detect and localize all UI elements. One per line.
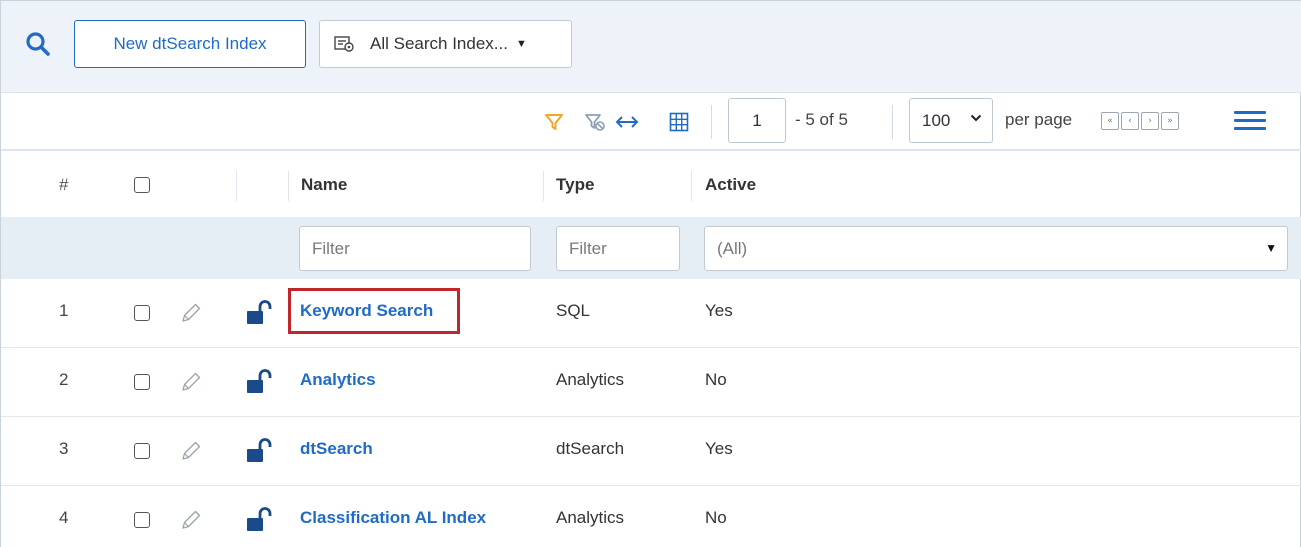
unlock-icon[interactable] xyxy=(245,298,273,326)
row-number: 1 xyxy=(59,301,69,320)
first-page-button[interactable]: « xyxy=(1101,112,1119,130)
last-page-button[interactable]: » xyxy=(1161,112,1179,130)
index-type: dtSearch xyxy=(556,439,625,458)
index-active: No xyxy=(705,508,727,527)
row-checkbox[interactable] xyxy=(134,374,150,390)
index-name-link[interactable]: dtSearch xyxy=(300,439,373,459)
index-active: Yes xyxy=(705,301,733,320)
divider xyxy=(288,171,289,201)
page-number-input[interactable]: 1 xyxy=(728,98,786,143)
divider xyxy=(892,105,893,139)
index-type: Analytics xyxy=(556,370,625,389)
column-header-number: # xyxy=(59,175,69,194)
index-name-link[interactable]: Classification AL Index xyxy=(300,508,486,528)
row-number: 2 xyxy=(59,370,69,389)
select-all-checkbox[interactable] xyxy=(134,177,150,193)
page-navigation: « ‹ › » xyxy=(1101,112,1179,130)
view-selector-dropdown[interactable]: All Search Index... ▼ xyxy=(319,20,572,68)
caret-down-icon: ▼ xyxy=(1265,241,1277,255)
index-type: SQL xyxy=(556,301,591,320)
index-active: No xyxy=(705,370,727,389)
active-filter-value: (All) xyxy=(717,238,748,258)
divider xyxy=(711,105,712,139)
per-page-label: per page xyxy=(1005,110,1073,129)
clear-filter-icon[interactable] xyxy=(583,111,607,133)
unlock-icon[interactable] xyxy=(245,367,273,395)
hamburger-menu-icon[interactable] xyxy=(1234,111,1266,133)
pager-toolbar: 1 - 5 of 5 100 per page « ‹ › » xyxy=(1,93,1301,151)
index-type: Analytics xyxy=(556,508,625,527)
row-number: 3 xyxy=(59,439,69,458)
index-name-link[interactable]: Analytics xyxy=(300,370,376,390)
table-row: 1 Keyword Search SQL Yes xyxy=(1,279,1301,348)
search-icon[interactable] xyxy=(25,31,51,57)
top-toolbar: New dtSearch Index All Search Index... ▼ xyxy=(1,1,1301,93)
per-page-select[interactable]: 100 xyxy=(909,98,993,143)
divider xyxy=(543,171,544,201)
per-page-value: 100 xyxy=(922,110,951,130)
divider xyxy=(236,171,237,201)
chevron-down-icon xyxy=(970,111,982,126)
column-header-type[interactable]: Type xyxy=(556,175,594,195)
filter-row: (All) ▼ xyxy=(1,217,1301,279)
active-filter-select[interactable]: (All) ▼ xyxy=(704,226,1288,271)
resize-columns-icon[interactable] xyxy=(615,111,639,133)
column-header-active[interactable]: Active xyxy=(705,175,756,195)
table-row: 3 dtSearch dtSearch Yes xyxy=(1,417,1301,486)
page-count-text: - 5 of 5 xyxy=(795,110,848,129)
row-checkbox[interactable] xyxy=(134,305,150,321)
table-row: 2 Analytics Analytics No xyxy=(1,348,1301,417)
grid-columns-icon[interactable] xyxy=(667,111,691,133)
type-filter-input[interactable] xyxy=(556,226,680,271)
table-header: # Name Type Active xyxy=(1,153,1301,217)
index-name-link[interactable]: Keyword Search xyxy=(300,301,433,321)
column-header-name[interactable]: Name xyxy=(301,175,347,195)
new-dtsearch-index-button[interactable]: New dtSearch Index xyxy=(74,20,306,68)
search-indexes-panel: New dtSearch Index All Search Index... ▼ xyxy=(0,0,1301,547)
pencil-edit-icon[interactable] xyxy=(179,439,203,463)
row-checkbox[interactable] xyxy=(134,512,150,528)
name-filter-input[interactable] xyxy=(299,226,531,271)
view-list-icon xyxy=(334,35,358,53)
row-number: 4 xyxy=(59,508,69,527)
pencil-edit-icon[interactable] xyxy=(179,301,203,325)
filter-icon[interactable] xyxy=(542,111,566,133)
view-selector-label: All Search Index... xyxy=(370,34,508,53)
pencil-edit-icon[interactable] xyxy=(179,370,203,394)
unlock-icon[interactable] xyxy=(245,436,273,464)
row-checkbox[interactable] xyxy=(134,443,150,459)
pencil-edit-icon[interactable] xyxy=(179,508,203,532)
unlock-icon[interactable] xyxy=(245,505,273,533)
table-row: 4 Classification AL Index Analytics No xyxy=(1,486,1301,547)
index-active: Yes xyxy=(705,439,733,458)
next-page-button[interactable]: › xyxy=(1141,112,1159,130)
chevron-down-icon: ▼ xyxy=(515,38,527,50)
previous-page-button[interactable]: ‹ xyxy=(1121,112,1139,130)
divider xyxy=(691,171,692,201)
